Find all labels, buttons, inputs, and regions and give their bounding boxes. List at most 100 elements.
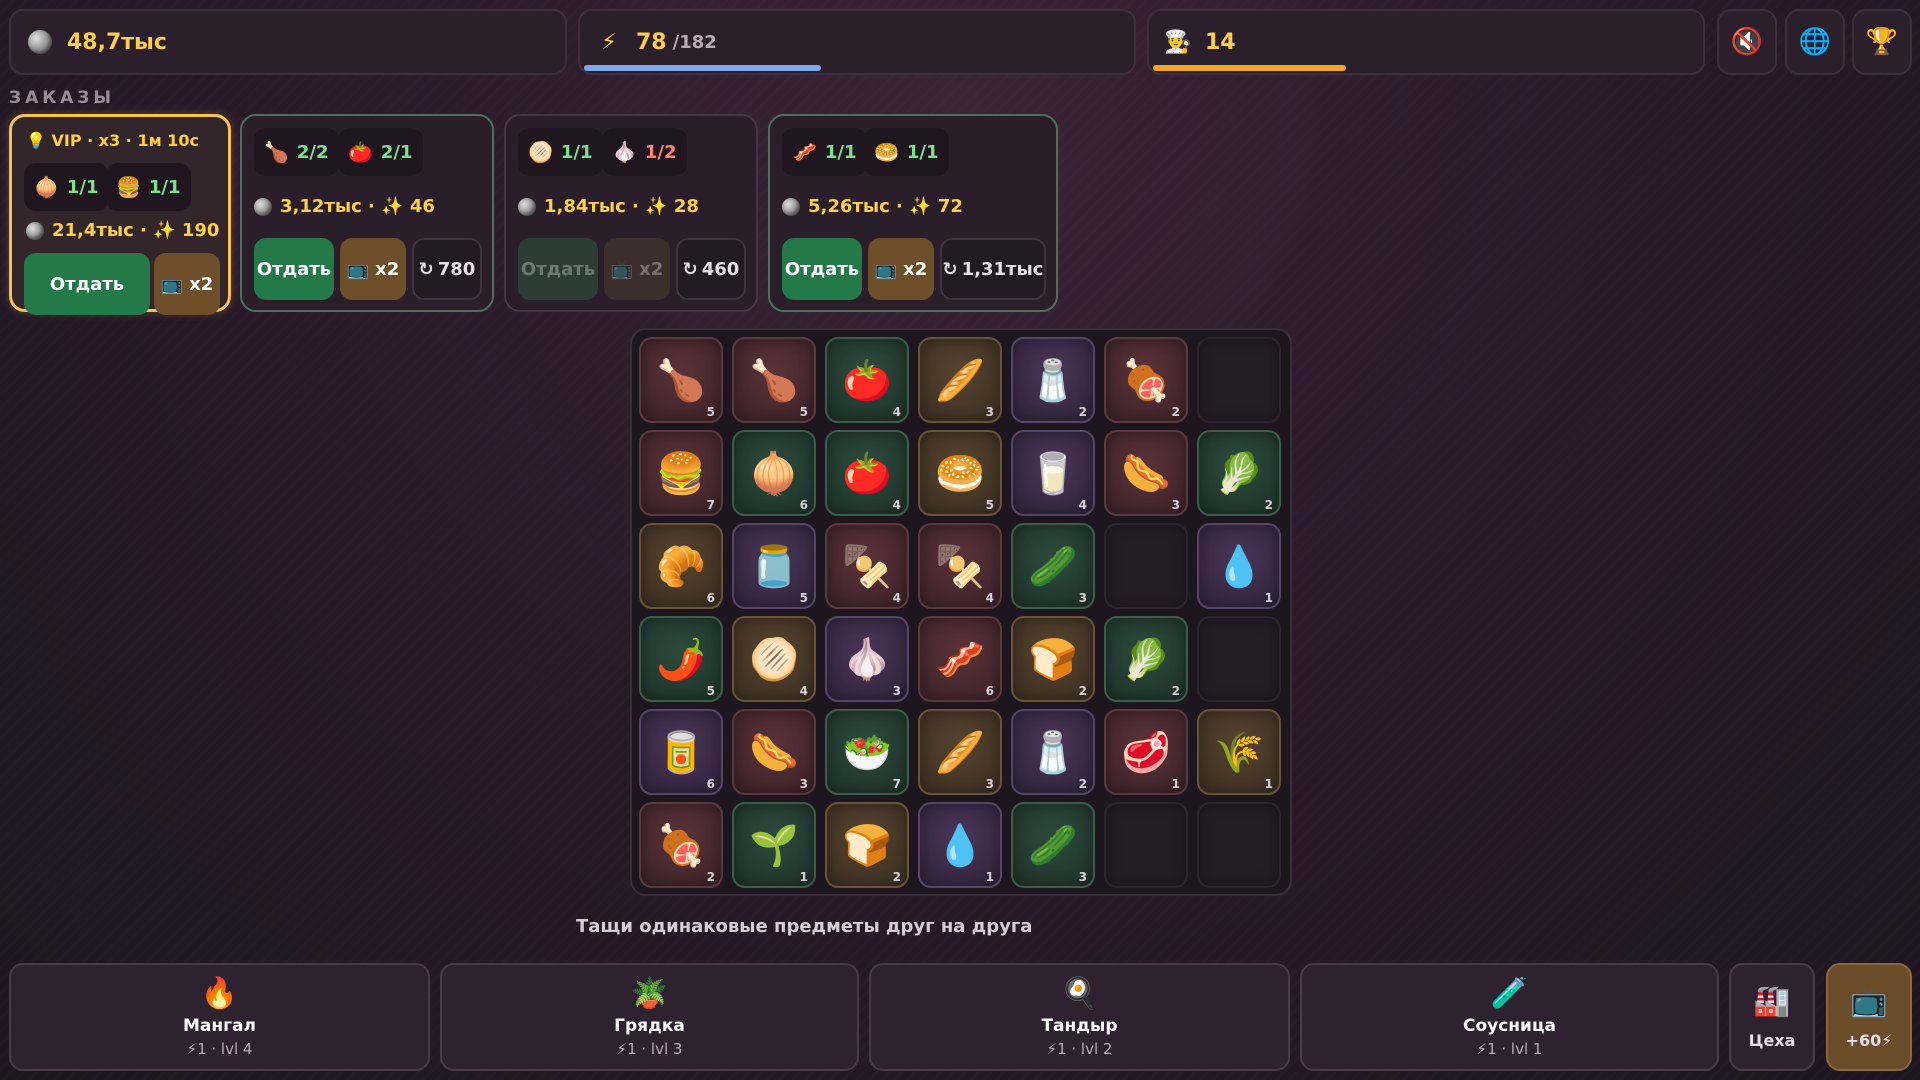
item-level: 7 <box>706 498 715 512</box>
board-item[interactable]: 💧 1 <box>918 802 1002 888</box>
board-item[interactable]: 🧂 2 <box>1011 709 1095 795</box>
coin-icon <box>26 221 44 240</box>
tv-icon: 📺 <box>874 258 898 280</box>
board-item[interactable]: 🥒 3 <box>1011 802 1095 888</box>
item-level: 6 <box>799 498 808 512</box>
give-order-button[interactable]: Отдать <box>24 253 150 315</box>
bacon-icon: 🥓 <box>792 140 817 164</box>
empty-cell <box>1104 802 1188 888</box>
station-grill[interactable]: 🔥 Мангал ⚡1 · lvl 4 <box>9 963 430 1071</box>
board-item[interactable]: 🥩 1 <box>1104 709 1188 795</box>
board-item[interactable]: 🍅 4 <box>825 337 909 423</box>
bagel-icon: 🥯 <box>874 140 899 164</box>
order-item-count: 1/1 <box>824 141 857 163</box>
order-reward: 3,12тыс · ✨ 46 <box>254 196 435 217</box>
give-order-button[interactable]: Отдать <box>782 238 862 300</box>
food-icon: 🍖 <box>1121 357 1171 404</box>
board-item[interactable]: 🧅 6 <box>732 430 816 516</box>
ad-energy-button[interactable]: 📺 +60⚡ <box>1826 963 1912 1071</box>
double-reward-button[interactable]: 📺 x2 <box>604 238 670 300</box>
board-item[interactable]: 🍞 2 <box>1011 616 1095 702</box>
board-item[interactable]: 🍖 2 <box>1104 337 1188 423</box>
food-icon: 🌶️ <box>656 636 706 683</box>
board-item[interactable]: 🥓 6 <box>918 616 1002 702</box>
board-item[interactable]: 🌶️ 5 <box>639 616 723 702</box>
test-tube-icon: 🧪 <box>1490 976 1529 1011</box>
board-item[interactable]: 🥬 2 <box>1197 430 1281 516</box>
item-level: 1 <box>1171 777 1180 791</box>
food-icon: 🌱 <box>749 822 799 869</box>
station-sauce-maker[interactable]: 🧪 Соусница ⚡1 · lvl 1 <box>1300 963 1719 1071</box>
station-tandoor[interactable]: 🍳 Тандыр ⚡1 · lvl 2 <box>869 963 1290 1071</box>
refresh-order-button[interactable]: ↻ 780 <box>412 238 482 300</box>
double-reward-button[interactable]: 📺 x2 <box>154 253 220 315</box>
board-item[interactable]: 🧄 3 <box>825 616 909 702</box>
board-item[interactable]: 🍢 4 <box>918 523 1002 609</box>
speaker-muted-icon: 🔇 <box>1730 27 1764 57</box>
item-level: 1 <box>1264 591 1273 605</box>
board-item[interactable]: 🥖 3 <box>918 337 1002 423</box>
board-item[interactable]: 💧 1 <box>1197 523 1281 609</box>
energy-progress-bar <box>584 65 821 71</box>
item-level: 1 <box>799 870 808 884</box>
leaderboard-button[interactable]: 🏆 <box>1852 9 1912 75</box>
food-icon: 🥒 <box>1028 822 1078 869</box>
food-icon: 💧 <box>935 822 985 869</box>
double-reward-button[interactable]: 📺 x2 <box>868 238 934 300</box>
order-item-count: 2/1 <box>380 141 413 163</box>
board-item[interactable]: 🥐 6 <box>639 523 723 609</box>
item-level: 2 <box>892 870 901 884</box>
order-item-chip: 🧅 1/1 <box>24 163 109 211</box>
board-item[interactable]: 🫓 4 <box>732 616 816 702</box>
flatbread-icon: 🫓 <box>528 140 553 164</box>
item-level: 5 <box>799 591 808 605</box>
give-order-button[interactable]: Отдать <box>254 238 334 300</box>
fire-icon: 🔥 <box>200 976 239 1011</box>
workshops-button[interactable]: 🏭 Цеха <box>1729 963 1815 1071</box>
board-item[interactable]: 🌭 3 <box>732 709 816 795</box>
board-item[interactable]: 🍖 2 <box>639 802 723 888</box>
plant-pot-icon: 🪴 <box>630 976 669 1011</box>
refresh-order-button[interactable]: ↻ 1,31тыс <box>940 238 1046 300</box>
refresh-icon: ↻ <box>942 258 958 280</box>
item-level: 4 <box>892 591 901 605</box>
orders-title: ЗАКАЗЫ <box>9 88 115 108</box>
board-item[interactable]: 🌾 1 <box>1197 709 1281 795</box>
food-icon: 🍔 <box>656 450 706 497</box>
trophy-icon: 🏆 <box>1865 27 1899 57</box>
give-order-button[interactable]: Отдать <box>518 238 598 300</box>
energy-max: /182 <box>672 31 717 53</box>
station-garden-bed[interactable]: 🪴 Грядка ⚡1 · lvl 3 <box>440 963 859 1071</box>
item-level: 2 <box>1171 405 1180 419</box>
board-item[interactable]: 🥯 5 <box>918 430 1002 516</box>
board-item[interactable]: 🥬 2 <box>1104 616 1188 702</box>
board-item[interactable]: 🍅 4 <box>825 430 909 516</box>
board-item[interactable]: 🍢 4 <box>825 523 909 609</box>
chef-icon: 👨‍🍳 <box>1164 29 1192 55</box>
food-icon: 🍞 <box>1028 636 1078 683</box>
refresh-order-button[interactable]: ↻ 460 <box>676 238 746 300</box>
language-button[interactable]: 🌐 <box>1785 9 1845 75</box>
board-item[interactable]: 🥛 4 <box>1011 430 1095 516</box>
board-item[interactable]: 🍗 5 <box>639 337 723 423</box>
board-item[interactable]: 🌱 1 <box>732 802 816 888</box>
item-level: 4 <box>892 405 901 419</box>
board-item[interactable]: 🥫 6 <box>639 709 723 795</box>
food-icon: 🥯 <box>935 450 985 497</box>
board-item[interactable]: 🍗 5 <box>732 337 816 423</box>
board-item[interactable]: 🥒 3 <box>1011 523 1095 609</box>
station-info: ⚡1 · lvl 2 <box>1046 1040 1113 1058</box>
board-item[interactable]: 🥗 7 <box>825 709 909 795</box>
board-item[interactable]: 🍔 7 <box>639 430 723 516</box>
item-level: 3 <box>1078 591 1087 605</box>
board-item[interactable]: 🍞 2 <box>825 802 909 888</box>
sound-button[interactable]: 🔇 <box>1717 9 1777 75</box>
board-item[interactable]: 🧂 2 <box>1011 337 1095 423</box>
item-level: 4 <box>892 498 901 512</box>
board-item[interactable]: 🌭 3 <box>1104 430 1188 516</box>
board-item[interactable]: 🥖 3 <box>918 709 1002 795</box>
item-level: 6 <box>985 684 994 698</box>
double-reward-button[interactable]: 📺 x2 <box>340 238 406 300</box>
order-reward: 1,84тыс · ✨ 28 <box>518 196 699 217</box>
board-item[interactable]: 🫙 5 <box>732 523 816 609</box>
